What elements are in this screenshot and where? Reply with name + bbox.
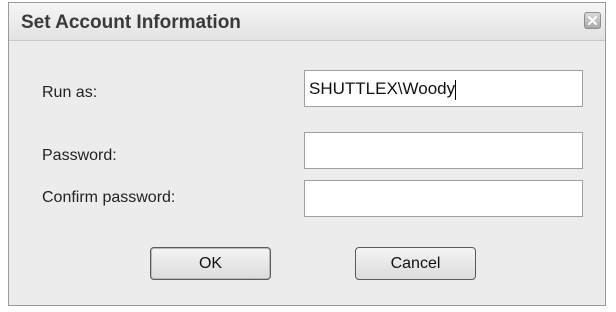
text-caret [455,79,457,100]
password-label: Password: [42,147,117,164]
cancel-button[interactable]: Cancel [355,247,476,280]
run-as-value: SHUTTLEX\Woody [309,79,456,98]
run-as-label: Run as: [42,84,98,101]
dialog-titlebar: Set Account Information [9,3,605,41]
close-icon [588,16,597,25]
set-account-dialog: Set Account Information Run as: SHUTTLEX… [8,2,606,306]
confirm-password-label: Confirm password: [42,189,176,206]
ok-button[interactable]: OK [150,247,271,280]
run-as-field[interactable]: SHUTTLEX\Woody [304,70,583,107]
password-field[interactable] [304,132,583,169]
close-button[interactable] [584,12,601,29]
dialog-title: Set Account Information [21,12,241,33]
confirm-password-field[interactable] [304,180,583,217]
